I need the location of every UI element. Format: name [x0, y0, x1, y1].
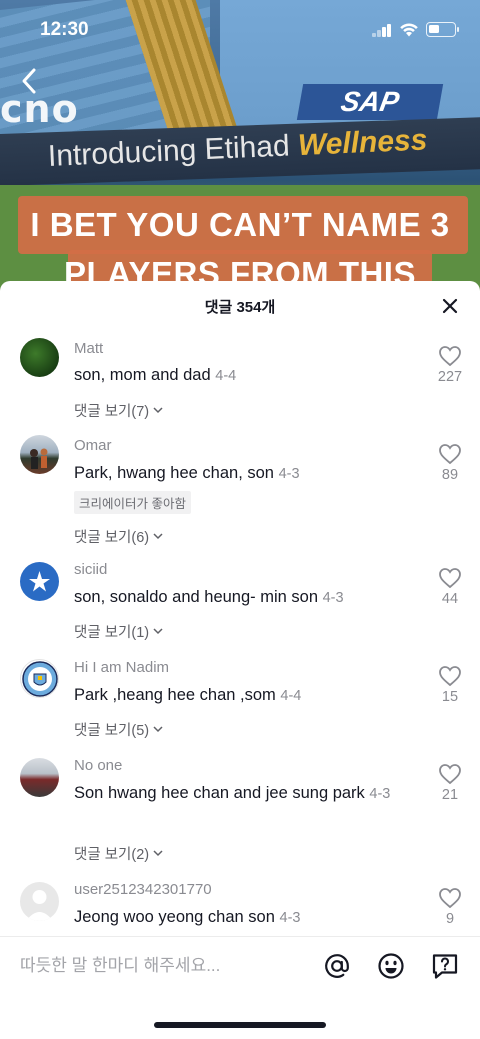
view-replies-button[interactable]: 댓글 보기(2)	[74, 843, 163, 864]
comment-username[interactable]: Omar	[74, 437, 112, 454]
comment-item: Omar Park, hwang hee chan, son 4-3 크리에이터…	[0, 429, 480, 551]
comment-username[interactable]: siciid	[74, 561, 107, 578]
user-avatar[interactable]	[20, 659, 59, 698]
sponsor-board-right: SAP	[296, 84, 444, 120]
comment-username[interactable]: Hi I am Nadim	[74, 659, 169, 676]
comment-date: 4-4	[215, 368, 237, 384]
comment-item: siciid son, sonaldo and heung- min son 4…	[0, 551, 480, 649]
user-avatar[interactable]	[20, 562, 59, 601]
like-count: 227	[437, 369, 463, 385]
cellular-signal-icon	[372, 24, 392, 37]
creator-liked-badge: 크리에이터가 좋아함	[74, 491, 191, 514]
like-count: 89	[441, 467, 459, 483]
emoji-icon[interactable]	[377, 952, 405, 980]
battery-icon	[426, 22, 459, 37]
default-avatar-icon[interactable]	[20, 882, 59, 921]
comment-text: Son hwang hee chan and jee sung park 4-3	[74, 784, 391, 802]
comment-date: 4-3	[278, 466, 300, 482]
comment-date: 4-3	[322, 590, 344, 606]
mention-icon[interactable]	[323, 952, 351, 980]
status-bar: 12:30	[0, 0, 480, 54]
question-icon[interactable]	[431, 952, 459, 980]
like-button[interactable]: 227	[430, 345, 470, 385]
comment-text: Jeong woo yeong chan son 4-3	[74, 908, 301, 926]
like-button[interactable]: 21	[430, 763, 470, 803]
home-indicator	[154, 1022, 326, 1028]
comments-sheet: 댓글 354개 Matt son, mom and dad 4-4 댓글 보기(…	[0, 281, 480, 1039]
like-count: 15	[441, 689, 459, 705]
heart-icon	[439, 888, 461, 909]
comment-item: Hi I am Nadim Park ,heang hee chan ,som …	[0, 649, 480, 747]
comment-item: No one Son hwang hee chan and jee sung p…	[0, 747, 480, 871]
chevron-down-icon	[153, 850, 163, 857]
chevron-down-icon	[153, 726, 163, 733]
comment-date: 4-3	[279, 910, 301, 926]
user-avatar[interactable]	[20, 435, 59, 474]
like-count: 9	[445, 911, 455, 927]
comment-item: user2512342301770 Jeong woo yeong chan s…	[0, 871, 480, 936]
comment-input[interactable]	[20, 951, 300, 981]
heart-icon	[439, 764, 461, 785]
view-replies-button[interactable]: 댓글 보기(5)	[74, 719, 163, 740]
close-icon[interactable]	[440, 296, 460, 316]
comment-date: 4-4	[280, 688, 302, 704]
comment-text: son, sonaldo and heung- min son 4-3	[74, 588, 344, 606]
view-replies-button[interactable]: 댓글 보기(6)	[74, 526, 163, 547]
status-time: 12:30	[40, 19, 89, 40]
view-replies-button[interactable]: 댓글 보기(1)	[74, 621, 163, 642]
like-button[interactable]: 15	[430, 665, 470, 705]
user-avatar[interactable]	[20, 338, 59, 377]
like-button[interactable]: 9	[430, 887, 470, 927]
chevron-down-icon	[153, 407, 163, 414]
comment-text: son, mom and dad 4-4	[74, 366, 237, 384]
comment-date: 4-3	[369, 786, 391, 802]
comment-text: Park, hwang hee chan, son 4-3	[74, 464, 300, 482]
comment-username[interactable]: No one	[74, 757, 122, 774]
like-count: 21	[441, 787, 459, 803]
like-button[interactable]: 44	[430, 567, 470, 607]
chevron-down-icon	[153, 533, 163, 540]
comments-count-title: 댓글 354개	[204, 299, 276, 316]
comment-list: Matt son, mom and dad 4-4 댓글 보기(7) 227 O…	[0, 329, 480, 936]
video-caption-line-1: I BET YOU CAN’T NAME 3	[30, 206, 450, 243]
chevron-down-icon	[153, 628, 163, 635]
view-replies-button[interactable]: 댓글 보기(7)	[74, 400, 163, 421]
wifi-icon	[400, 23, 418, 37]
comment-input-bar	[0, 936, 480, 996]
user-avatar[interactable]	[20, 758, 59, 797]
heart-icon	[439, 568, 461, 589]
heart-icon	[439, 346, 461, 367]
comment-username[interactable]: user2512342301770	[74, 881, 212, 898]
comment-item: Matt son, mom and dad 4-4 댓글 보기(7) 227	[0, 329, 480, 429]
comment-text: Park ,heang hee chan ,som 4-4	[74, 686, 302, 704]
back-chevron-icon[interactable]	[16, 64, 44, 98]
like-button[interactable]: 89	[430, 443, 470, 483]
sheet-header: 댓글 354개	[0, 281, 480, 329]
heart-icon	[439, 444, 461, 465]
like-count: 44	[441, 591, 459, 607]
heart-icon	[439, 666, 461, 687]
comment-username[interactable]: Matt	[74, 340, 103, 357]
